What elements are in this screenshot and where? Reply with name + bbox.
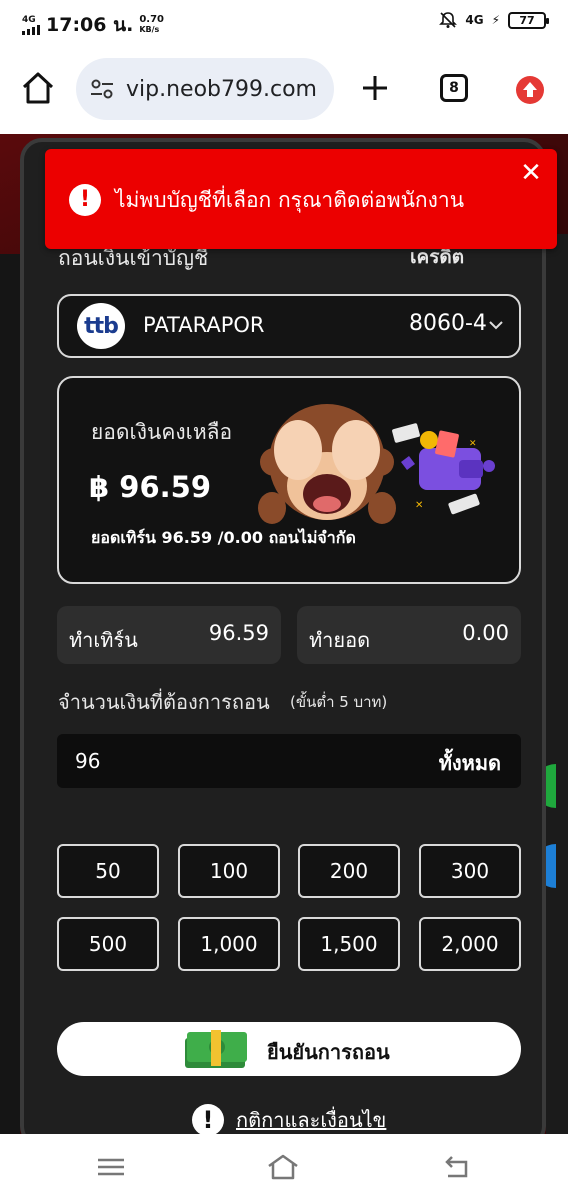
- bank-logo: ttb: [77, 303, 125, 349]
- charging-icon: ⚡: [491, 13, 500, 27]
- system-nav-bar: [0, 1134, 568, 1200]
- withdraw-amount-input[interactable]: 96 ทั้งหมด: [57, 734, 521, 788]
- background-panel-left: [0, 254, 20, 1134]
- url-text: vip.neob799.com: [126, 76, 317, 102]
- withdraw-all-button[interactable]: ทั้งหมด: [439, 747, 501, 779]
- account-name: PATARAPOR: [143, 313, 265, 337]
- site-settings-icon[interactable]: [88, 75, 116, 103]
- background-panel-right: [546, 234, 568, 1134]
- signal-indicator: 4G: [22, 14, 40, 35]
- turnover-stat: ทำเทิร์น 96.59: [57, 606, 281, 664]
- exclamation-icon: !: [192, 1104, 224, 1134]
- terms-link[interactable]: ! กติกาและเงื่อนไข: [192, 1104, 386, 1134]
- quick-amount-button[interactable]: 1,500: [298, 917, 400, 971]
- account-number: 8060-4: [409, 311, 487, 336]
- error-toast: ! ไม่พบบัญชีที่เลือก กรุณาติดต่อพนักงาน …: [45, 149, 557, 249]
- terms-label: กติกาและเงื่อนไข: [236, 1108, 387, 1132]
- status-bar: 4G 17:06 น. 0.70 KB/s 4G ⚡ 77: [0, 0, 568, 44]
- address-bar[interactable]: vip.neob799.com: [76, 58, 334, 120]
- browser-toolbar: vip.neob799.com 8: [0, 44, 568, 134]
- home-nav-icon[interactable]: [266, 1152, 300, 1182]
- network-type-label: 4G: [22, 14, 36, 25]
- data-speed: 0.70 KB/s: [139, 14, 164, 35]
- clock: 17:06 น.: [46, 14, 134, 36]
- network-type-right: 4G: [465, 13, 484, 27]
- tab-switcher-button[interactable]: 8: [440, 74, 468, 102]
- quick-amount-button[interactable]: 1,000: [178, 917, 280, 971]
- page-background: ถอนเงินเข้าบัญชี เครดิต ttb PATARAPOR 80…: [0, 134, 568, 1134]
- wallet-illustration-icon: ✕ ✕: [392, 423, 495, 515]
- balance-amount: ฿ 96.59: [89, 470, 212, 504]
- quick-amount-button[interactable]: 200: [298, 844, 400, 898]
- quick-amount-button[interactable]: 50: [57, 844, 159, 898]
- stat-label: ทำยอด: [309, 628, 371, 652]
- menu-icon[interactable]: [94, 1152, 128, 1182]
- update-arrow-icon[interactable]: [516, 76, 544, 104]
- stat-value: 96.59: [208, 621, 269, 645]
- amount-value: 96: [75, 749, 101, 773]
- stat-value: 0.00: [462, 621, 509, 645]
- home-icon[interactable]: [20, 70, 56, 106]
- svg-text:✕: ✕: [415, 500, 423, 511]
- battery-indicator: 77: [508, 11, 549, 29]
- confirm-withdraw-button[interactable]: ยืนยันการถอน: [57, 1022, 521, 1076]
- money-stack-icon: [185, 1030, 247, 1068]
- svg-text:✕: ✕: [469, 439, 477, 449]
- mute-bell-icon: [439, 12, 458, 28]
- target-stat: ทำยอด 0.00: [297, 606, 521, 664]
- confirm-label: ยืนยันการถอน: [267, 1040, 390, 1064]
- bank-account-select[interactable]: ttb PATARAPOR 8060-4: [57, 294, 521, 358]
- chevron-down-icon: [489, 321, 503, 330]
- new-tab-plus-icon[interactable]: [360, 73, 390, 103]
- alert-icon: !: [69, 184, 101, 216]
- see-no-evil-monkey-icon: [258, 404, 396, 524]
- stat-label: ทำเทิร์น: [69, 628, 138, 652]
- amount-min-note: (ขั้นต่ำ 5 บาท): [290, 693, 388, 711]
- balance-label: ยอดเงินคงเหลือ: [91, 420, 233, 444]
- quick-amount-button[interactable]: 500: [57, 917, 159, 971]
- quick-amount-button[interactable]: 100: [178, 844, 280, 898]
- quick-amount-button[interactable]: 300: [419, 844, 521, 898]
- close-icon[interactable]: ✕: [519, 160, 543, 186]
- quick-amount-button[interactable]: 2,000: [419, 917, 521, 971]
- amount-label: จำนวนเงินที่ต้องการถอน: [58, 690, 270, 714]
- toast-message: ไม่พบบัญชีที่เลือก กรุณาติดต่อพนักงาน: [115, 188, 465, 212]
- back-icon[interactable]: [440, 1152, 474, 1182]
- withdraw-modal: ถอนเงินเข้าบัญชี เครดิต ttb PATARAPOR 80…: [20, 138, 546, 1134]
